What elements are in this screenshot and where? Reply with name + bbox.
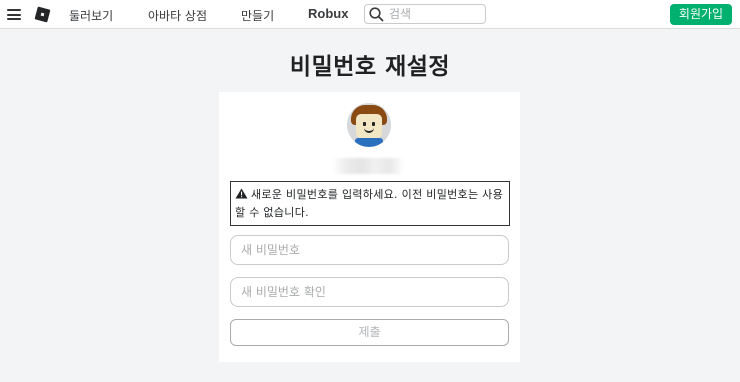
- warning-icon: [235, 188, 248, 199]
- page-title: 비밀번호 재설정: [289, 54, 451, 80]
- new-password-field[interactable]: [230, 235, 509, 265]
- nav-link-discover[interactable]: 둘러보기: [69, 7, 113, 24]
- nav-link-robux[interactable]: Robux: [308, 6, 348, 21]
- username-redacted: [332, 158, 404, 174]
- signup-button[interactable]: 회원가입: [670, 4, 732, 25]
- submit-button[interactable]: 제출: [230, 319, 509, 346]
- warning-alert: 새로운 비밀번호를 입력하세요. 이전 비밀번호는 사용할 수 없습니다.: [230, 181, 510, 226]
- top-navigation-bar: 둘러보기 아바타 상점 만들기 Robux 회원가입: [0, 0, 740, 29]
- reset-password-card: 새로운 비밀번호를 입력하세요. 이전 비밀번호는 사용할 수 없습니다. 제출: [219, 92, 520, 362]
- search-box[interactable]: [364, 4, 486, 24]
- search-input[interactable]: [389, 6, 481, 22]
- roblox-logo-icon[interactable]: [34, 6, 51, 23]
- search-icon: [369, 7, 384, 22]
- avatar: [347, 103, 391, 147]
- nav-link-avatar-shop[interactable]: 아바타 상점: [148, 7, 207, 24]
- nav-link-create[interactable]: 만들기: [241, 7, 274, 24]
- confirm-password-field[interactable]: [230, 277, 509, 307]
- hamburger-menu-icon[interactable]: [7, 9, 21, 20]
- warning-alert-text: 새로운 비밀번호를 입력하세요. 이전 비밀번호는 사용할 수 없습니다.: [235, 188, 504, 219]
